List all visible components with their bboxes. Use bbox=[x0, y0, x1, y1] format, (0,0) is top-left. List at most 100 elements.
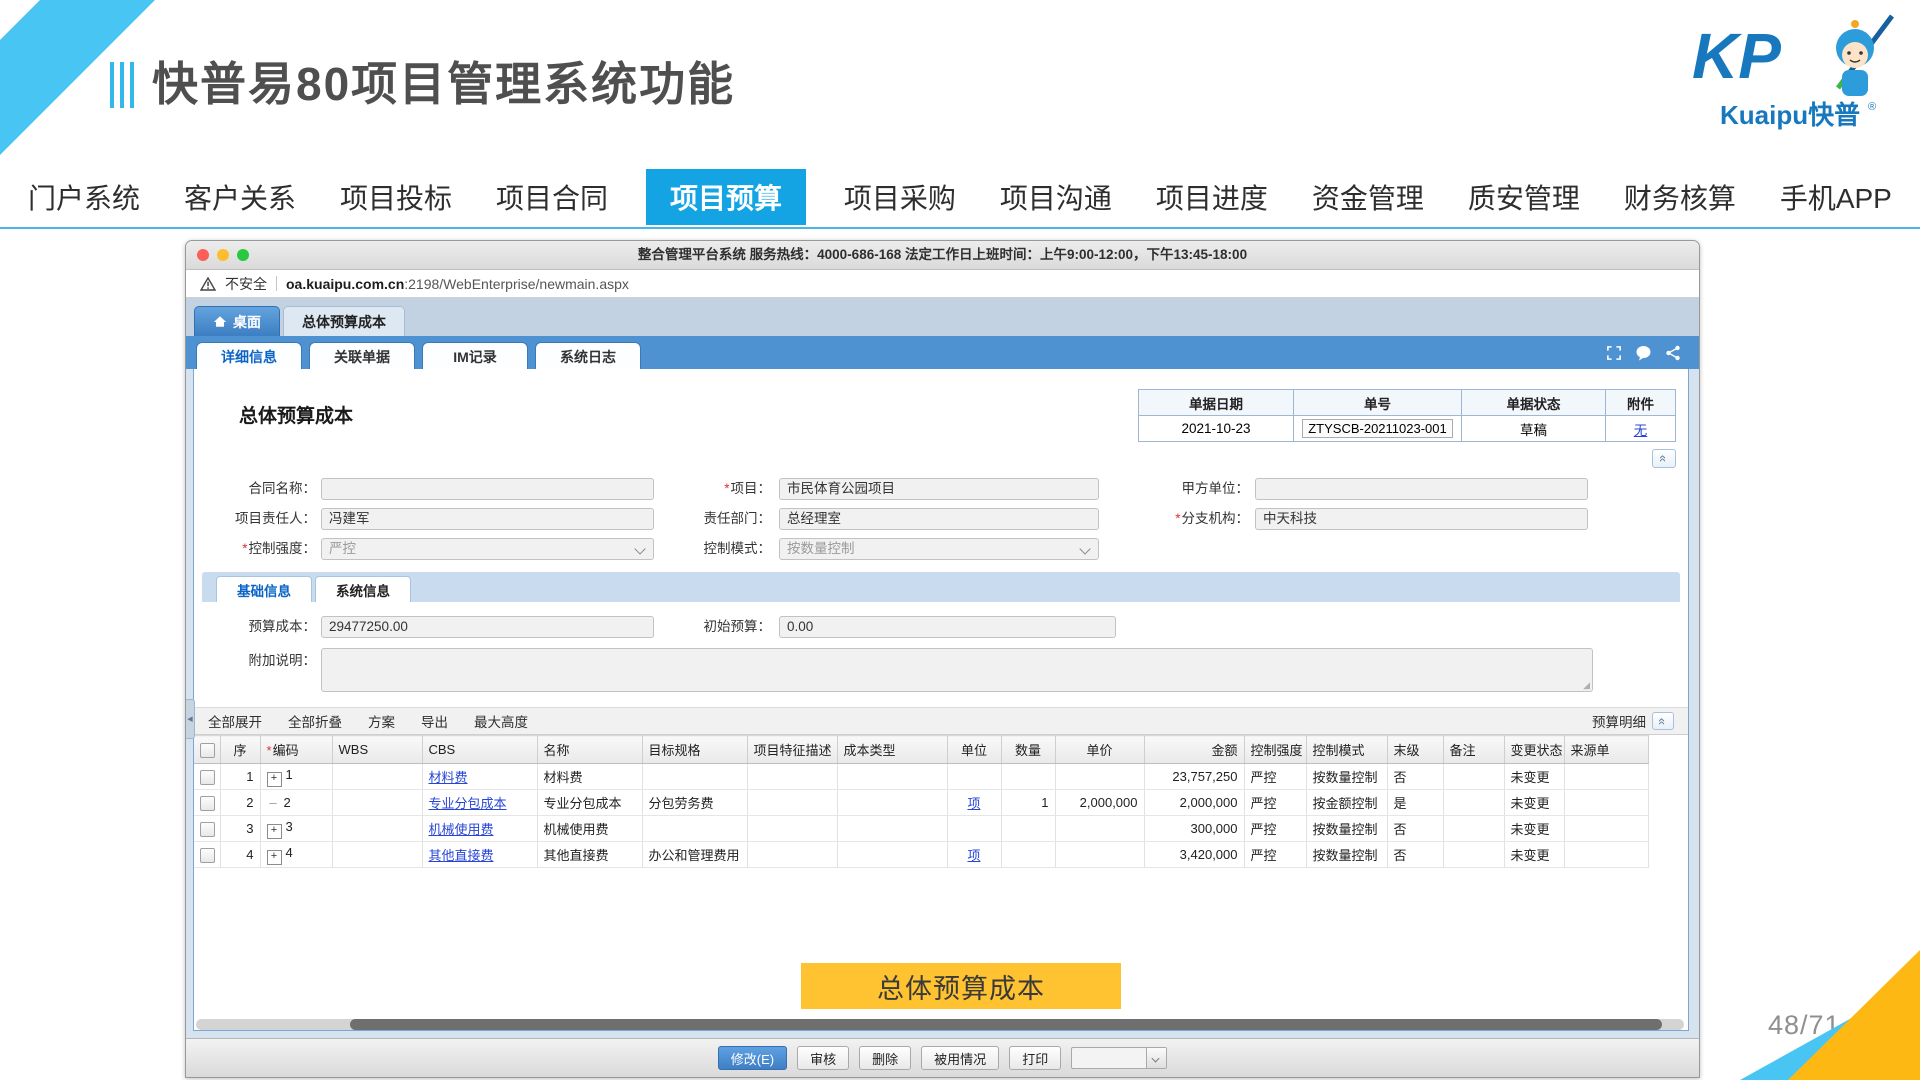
field-label-control-strength: *控制强度： bbox=[211, 538, 316, 560]
field-label-contract: 合同名称： bbox=[211, 478, 316, 500]
toolbar-item-4[interactable]: 导出 bbox=[421, 711, 448, 731]
panel-collapse-handle[interactable]: ◀ bbox=[186, 699, 195, 739]
cell-source bbox=[1564, 790, 1648, 816]
nav-item-5[interactable]: 项目预算 bbox=[646, 169, 806, 225]
collapse-grid-button[interactable]: « bbox=[1652, 712, 1674, 730]
toolbar-item-5[interactable]: 最大高度 bbox=[474, 711, 528, 731]
nav-item-3[interactable]: 项目投标 bbox=[334, 173, 458, 221]
cell-link-unit[interactable]: 项 bbox=[967, 848, 980, 863]
section-tab-2[interactable]: 系统信息 bbox=[315, 576, 411, 602]
cell-feature bbox=[747, 790, 837, 816]
cell-code: 1 bbox=[260, 764, 332, 790]
minimize-window-button[interactable] bbox=[217, 249, 229, 261]
cell-mode: 按金额控制 bbox=[1306, 790, 1387, 816]
toolbar-item-2[interactable]: 全部折叠 bbox=[288, 711, 342, 731]
cell-change: 未变更 bbox=[1504, 816, 1564, 842]
expand-node-icon[interactable] bbox=[267, 772, 282, 787]
nav-item-1[interactable]: 门户系统 bbox=[22, 173, 146, 221]
branch-input[interactable]: 中天科技 bbox=[1255, 508, 1588, 530]
share-icon[interactable] bbox=[1665, 345, 1681, 361]
cell-name: 机械使用费 bbox=[537, 816, 642, 842]
fullscreen-icon[interactable] bbox=[1606, 345, 1622, 361]
row-checkbox-cell bbox=[194, 764, 220, 790]
cell-link-unit[interactable]: 项 bbox=[967, 796, 980, 811]
cell-code: 3 bbox=[260, 816, 332, 842]
owner-unit-input[interactable] bbox=[1255, 478, 1588, 500]
cell-change: 未变更 bbox=[1504, 764, 1564, 790]
nav-item-6[interactable]: 项目采购 bbox=[838, 173, 962, 221]
control-mode-select[interactable]: 按数量控制 bbox=[779, 538, 1099, 560]
cell-cost_type bbox=[837, 816, 947, 842]
section-tab-1[interactable]: 基础信息 bbox=[216, 576, 312, 602]
close-window-button[interactable] bbox=[197, 249, 209, 261]
print-format-dropdown[interactable] bbox=[1071, 1047, 1167, 1069]
horizontal-scrollbar-thumb[interactable] bbox=[350, 1019, 1662, 1030]
cell-seq: 1 bbox=[220, 764, 260, 790]
expand-node-icon[interactable] bbox=[267, 824, 282, 839]
footer-button-1[interactable]: 修改(E) bbox=[718, 1046, 787, 1070]
cell-link-cbs[interactable]: 其他直接费 bbox=[429, 848, 494, 863]
project-input[interactable]: 市民体育公园项目 bbox=[779, 478, 1099, 500]
detail-tab-4[interactable]: 系统日志 bbox=[535, 342, 641, 371]
footer-button-4[interactable]: 被用情况 bbox=[921, 1046, 999, 1070]
detail-tab-1[interactable]: 详细信息 bbox=[196, 342, 302, 371]
form-title: 总体预算成本 bbox=[239, 401, 353, 428]
nav-item-2[interactable]: 客户关系 bbox=[178, 173, 302, 221]
chat-icon[interactable] bbox=[1635, 345, 1652, 361]
cell-strength: 严控 bbox=[1244, 764, 1306, 790]
nav-item-7[interactable]: 项目沟通 bbox=[994, 173, 1118, 221]
nav-item-8[interactable]: 项目进度 bbox=[1150, 173, 1274, 221]
nav-item-12[interactable]: 手机APP bbox=[1774, 173, 1898, 221]
detail-tab-2[interactable]: 关联单据 bbox=[309, 342, 415, 371]
cell-strength: 严控 bbox=[1244, 842, 1306, 868]
cell-feature bbox=[747, 764, 837, 790]
grid-panel-label: 预算明细 bbox=[1592, 711, 1646, 731]
budget-cost-input[interactable]: 29477250.00 bbox=[321, 616, 654, 638]
row-checkbox-cell bbox=[194, 816, 220, 842]
row-checkbox[interactable] bbox=[200, 770, 215, 785]
nav-item-9[interactable]: 资金管理 bbox=[1306, 173, 1430, 221]
browser-urlbar[interactable]: 不安全 oa.kuaipu.com.cn:2198/WebEnterprise/… bbox=[186, 270, 1699, 298]
nav-item-4[interactable]: 项目合同 bbox=[490, 173, 614, 221]
resize-grip-icon[interactable]: ◢ bbox=[1583, 681, 1590, 690]
tab-total-budget-cost[interactable]: 总体预算成本 bbox=[283, 306, 405, 336]
footer-button-2[interactable]: 审核 bbox=[797, 1046, 849, 1070]
expand-node-icon[interactable] bbox=[267, 850, 282, 865]
footer-button-5[interactable]: 打印 bbox=[1009, 1046, 1061, 1070]
contract-name-input[interactable] bbox=[321, 478, 654, 500]
maximize-window-button[interactable] bbox=[237, 249, 249, 261]
department-input[interactable]: 总经理室 bbox=[779, 508, 1099, 530]
row-checkbox[interactable] bbox=[200, 848, 215, 863]
cell-link-cbs[interactable]: 材料费 bbox=[429, 770, 468, 785]
nav-item-11[interactable]: 财务核算 bbox=[1618, 173, 1742, 221]
url-divider bbox=[276, 276, 277, 291]
toolbar-item-1[interactable]: 全部展开 bbox=[208, 711, 262, 731]
memo-textarea[interactable]: ◢ bbox=[321, 648, 1593, 692]
info-value-cell[interactable]: 无 bbox=[1606, 416, 1676, 442]
cell-cbs: 机械使用费 bbox=[422, 816, 537, 842]
header-checkbox-cell bbox=[194, 736, 220, 764]
dropdown-arrow-icon[interactable] bbox=[1146, 1048, 1166, 1068]
collapse-header-button[interactable]: « bbox=[1652, 449, 1676, 468]
toolbar-item-3[interactable]: 方案 bbox=[368, 711, 395, 731]
cell-amount: 2,000,000 bbox=[1144, 790, 1244, 816]
cell-link-cbs[interactable]: 专业分包成本 bbox=[429, 796, 507, 811]
cell-name: 其他直接费 bbox=[537, 842, 642, 868]
detail-tab-3[interactable]: IM记录 bbox=[422, 342, 528, 371]
footer-button-3[interactable]: 删除 bbox=[859, 1046, 911, 1070]
row-checkbox[interactable] bbox=[200, 796, 215, 811]
select-all-checkbox[interactable] bbox=[200, 743, 215, 758]
attachment-link[interactable]: 无 bbox=[1634, 423, 1648, 438]
project-responsible-input[interactable]: 冯建军 bbox=[321, 508, 654, 530]
control-strength-select[interactable]: 严控 bbox=[321, 538, 654, 560]
initial-budget-input[interactable]: 0.00 bbox=[779, 616, 1116, 638]
cell-cbs: 专业分包成本 bbox=[422, 790, 537, 816]
info-value-cell: ZTYSCB-20211023-001 bbox=[1294, 416, 1462, 442]
primary-nav: 门户系统客户关系项目投标项目合同项目预算项目采购项目沟通项目进度资金管理质安管理… bbox=[0, 172, 1920, 222]
nav-item-10[interactable]: 质安管理 bbox=[1462, 173, 1586, 221]
table-row: 11材料费材料费23,757,250严控按数量控制否未变更 bbox=[194, 764, 1648, 790]
info-header-cell: 附件 bbox=[1606, 390, 1676, 416]
row-checkbox[interactable] bbox=[200, 822, 215, 837]
tab-desktop[interactable]: 桌面 bbox=[194, 306, 280, 336]
cell-link-cbs[interactable]: 机械使用费 bbox=[429, 822, 494, 837]
